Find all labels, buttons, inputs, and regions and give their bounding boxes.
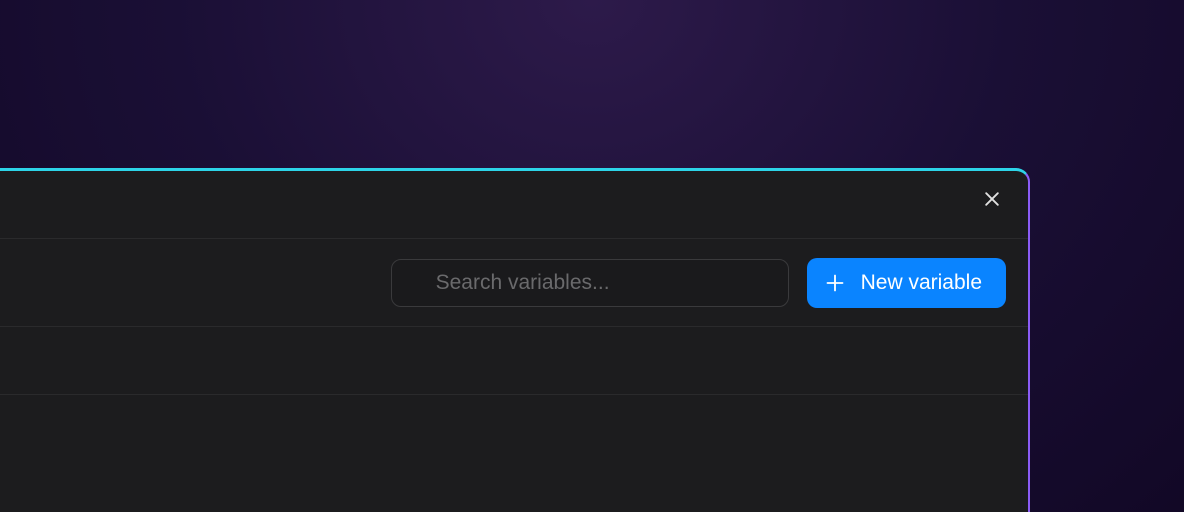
table-header-row — [0, 327, 1028, 395]
search-input[interactable] — [391, 259, 789, 307]
plus-icon — [825, 273, 845, 293]
new-variable-button[interactable]: New variable — [807, 258, 1006, 308]
close-button[interactable] — [980, 189, 1004, 213]
toolbar: New variable — [0, 239, 1028, 327]
new-variable-label: New variable — [861, 271, 982, 295]
variables-panel: New variable — [0, 168, 1030, 512]
search-wrapper — [391, 259, 789, 307]
panel-header — [0, 171, 1028, 239]
close-icon — [982, 189, 1002, 213]
